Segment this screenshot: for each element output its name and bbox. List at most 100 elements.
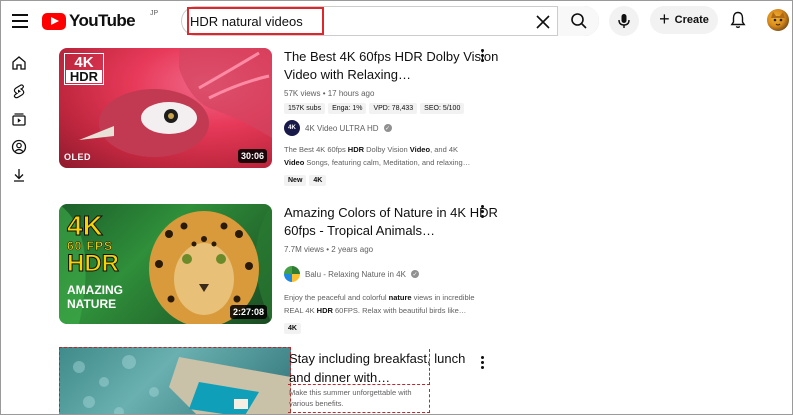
ad-desc-line-1: Make this summer unforgettable with <box>289 388 412 397</box>
new-badge: New <box>284 175 307 186</box>
dot <box>480 48 484 52</box>
more-actions-button[interactable] <box>475 352 489 372</box>
desc-text: Enjoy the peaceful and colorful <box>284 293 389 302</box>
create-label: Create <box>674 14 709 26</box>
video-thumbnail[interactable]: 4K 60 FPS HDR AMAZING NATURE 2:27:08 <box>59 204 272 324</box>
view-count: 7.7M views <box>284 245 325 254</box>
search-icon <box>570 13 587 29</box>
sidebar-item-home[interactable] <box>9 53 29 73</box>
channel-name[interactable]: Balu - Relaxing Nature in 4K <box>305 270 406 279</box>
account-avatar[interactable] <box>767 9 789 31</box>
quality-badge: 4K HDR <box>64 53 104 85</box>
voice-search-button[interactable] <box>609 6 639 36</box>
youtube-logo[interactable]: YouTube JP <box>42 10 158 31</box>
4k-badge: 4K <box>309 175 327 186</box>
channel-name[interactable]: 4K Video ULTRA HD <box>305 124 379 133</box>
channel-avatar[interactable]: 4K <box>284 120 300 136</box>
verified-icon: ✓ <box>383 124 392 132</box>
cat-avatar-icon <box>771 12 785 26</box>
caption-hdr: HDR <box>67 250 120 277</box>
notifications-button[interactable] <box>727 9 749 31</box>
video-info: The Best 4K 60fps HDR Dolby Vision Video… <box>284 48 499 186</box>
video-info: Amazing Colors of Nature in 4K HDR 60fps… <box>284 204 499 334</box>
desc-text: Songs, featuring calm, Meditation, and r… <box>304 158 471 167</box>
clear-search-button[interactable] <box>534 13 552 31</box>
menu-icon-line <box>12 14 28 16</box>
desc-text: , and 4K <box>430 145 459 154</box>
4k-badge: 4K <box>284 323 301 334</box>
dot <box>480 204 484 208</box>
sidebar-item-shorts[interactable] <box>9 81 29 101</box>
search-button[interactable] <box>557 6 599 36</box>
dot <box>480 53 484 57</box>
view-count: 57K views <box>284 89 321 98</box>
search-input[interactable] <box>188 7 518 35</box>
desc-text: views in incredible <box>411 293 475 302</box>
home-icon <box>12 56 26 70</box>
desc-highlight: Video <box>409 145 431 154</box>
badge-row: New 4K <box>284 175 499 186</box>
dot <box>480 209 484 213</box>
channel-row[interactable]: Balu - Relaxing Nature in 4K ✓ <box>284 266 499 282</box>
desc-text: Dolby Vision <box>364 145 410 154</box>
download-icon <box>14 169 24 182</box>
dot <box>480 365 484 369</box>
desc-highlight: nature <box>388 293 412 302</box>
ad-desc-line-2: various benefits. <box>289 399 344 408</box>
video-title[interactable]: Amazing Colors of Nature in 4K HDR 60fps… <box>284 204 499 240</box>
desc-highlight: Video <box>284 158 305 167</box>
video-duration: 30:06 <box>237 149 267 163</box>
dot <box>480 58 484 62</box>
thumbnail-caption: 4K 60 FPS HDR AMAZING NATURE <box>67 210 124 311</box>
you-icon <box>11 139 27 155</box>
seo-chip: SEO: 5/100 <box>420 103 465 114</box>
page-frame: YouTube JP HDR natural videos + Create 4… <box>0 0 793 415</box>
badge-hdr: HDR <box>66 70 102 83</box>
oled-label: OLED <box>64 152 92 162</box>
desc-text: The Best 4K 60fps <box>284 145 348 154</box>
close-icon <box>536 15 550 29</box>
mini-sidebar <box>1 41 37 414</box>
upload-age: 17 hours ago <box>327 89 375 98</box>
desc-text: 60FPS. Relax with beautiful birds like… <box>332 306 467 315</box>
more-actions-button[interactable] <box>475 45 489 65</box>
dot <box>480 360 484 364</box>
ad-info: Stay including breakfast, lunch and dinn… <box>289 349 469 409</box>
verified-icon: ✓ <box>410 270 419 278</box>
stats-chips: 157K subs Enga: 1% VPD: 78,433 SEO: 5/10… <box>284 103 499 114</box>
caption-nature: NATURE <box>67 297 117 311</box>
sidebar-item-downloads[interactable] <box>9 165 29 185</box>
video-meta: 57K views • 17 hours ago <box>284 89 499 98</box>
video-title[interactable]: The Best 4K 60fps HDR Dolby Vision Video… <box>284 48 499 84</box>
video-meta: 7.7M views • 2 years ago <box>284 245 499 254</box>
video-duration: 2:27:08 <box>229 305 267 319</box>
video-description: Enjoy the peaceful and colorful nature v… <box>284 291 499 317</box>
bell-icon <box>730 11 746 29</box>
sidebar-item-subscriptions[interactable] <box>9 109 29 129</box>
logo-country-code: JP <box>150 10 159 17</box>
subscriptions-icon <box>12 113 26 126</box>
video-description: The Best 4K 60fps HDR Dolby Vision Video… <box>284 143 499 169</box>
dot <box>480 355 484 359</box>
video-thumbnail[interactable]: 4K HDR OLED 30:06 <box>59 48 272 168</box>
resort-pool-image <box>73 355 291 414</box>
vpd-chip: VPD: 78,433 <box>369 103 418 114</box>
sidebar-item-you[interactable] <box>9 137 29 157</box>
upload-age: 2 years ago <box>331 245 374 254</box>
menu-button[interactable] <box>9 10 31 32</box>
channel-avatar[interactable] <box>284 266 300 282</box>
search-box <box>181 6 599 36</box>
ad-title[interactable]: Stay including breakfast, lunch and dinn… <box>289 349 469 385</box>
desc-highlight: HDR <box>347 145 365 154</box>
ad-thumbnail[interactable] <box>59 347 291 414</box>
engagement-chip: Enga: 1% <box>328 103 367 114</box>
badge-4k: 4K <box>74 54 94 71</box>
create-button[interactable]: + Create <box>650 6 718 34</box>
more-actions-button[interactable] <box>475 201 489 221</box>
plus-icon: + <box>659 9 670 29</box>
menu-icon-line <box>12 26 28 28</box>
caption-4k: 4K <box>67 210 104 241</box>
dot <box>480 214 484 218</box>
channel-row[interactable]: 4K 4K Video ULTRA HD ✓ <box>284 120 499 136</box>
microphone-icon <box>618 14 630 28</box>
